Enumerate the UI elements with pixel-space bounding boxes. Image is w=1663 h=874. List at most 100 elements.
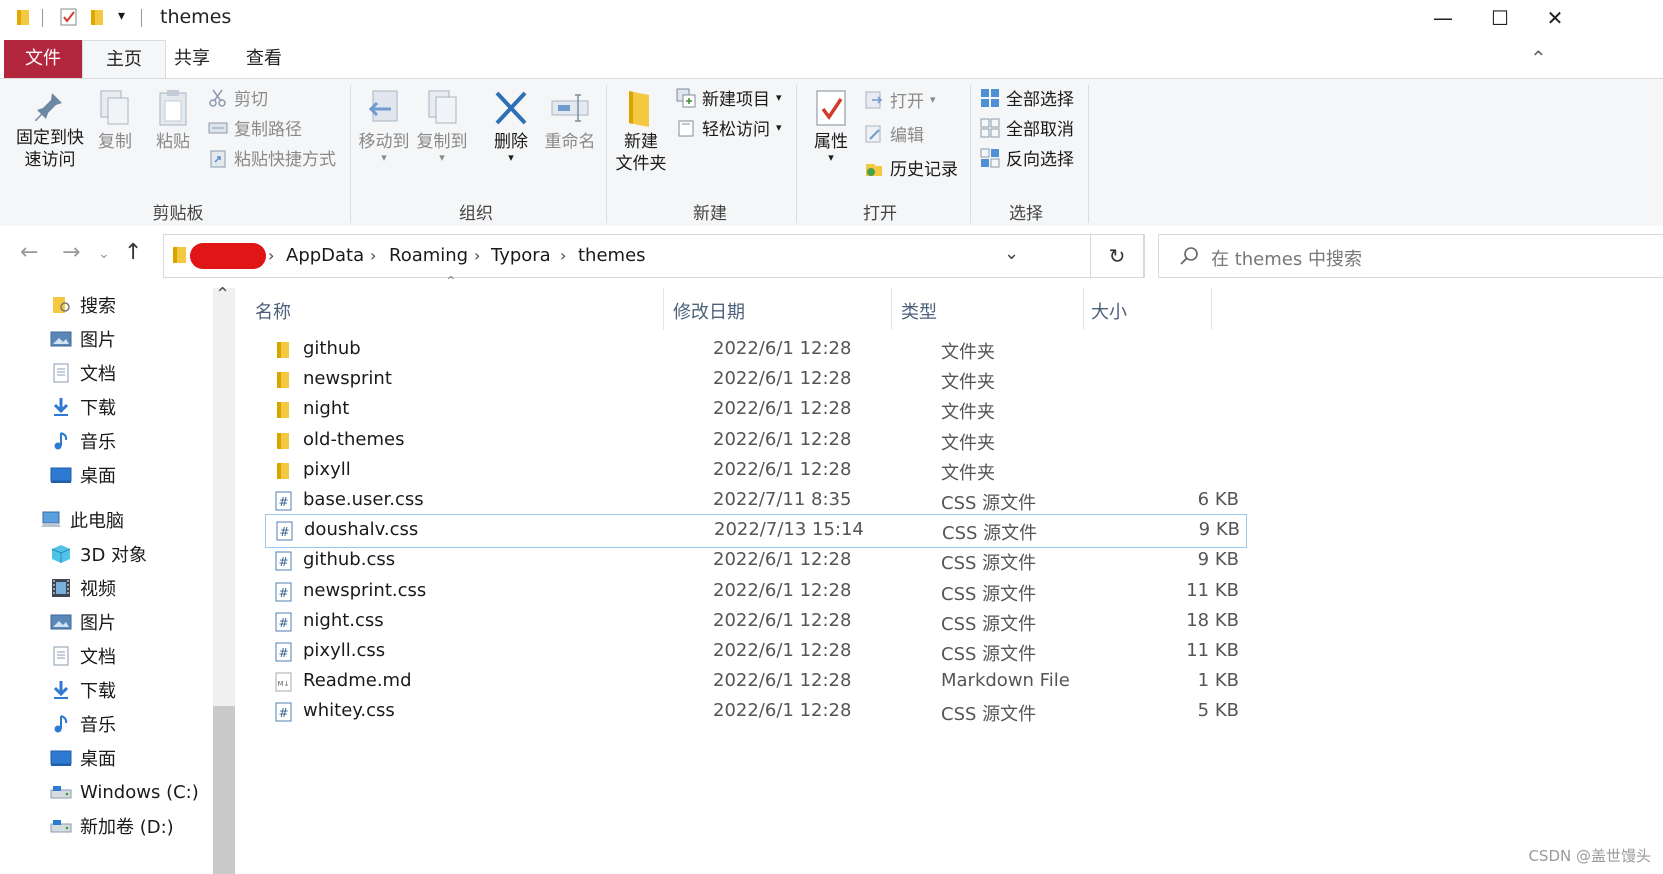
pin-quick-access-button[interactable]: 固定到快 速访问 (12, 87, 88, 171)
table-row[interactable]: # night.css 2022/6/1 12:28 CSS 源文件 18 KB (265, 606, 1245, 638)
sidebar-item[interactable]: 图片 (50, 324, 116, 354)
file-list: ⌃ 名称 修改日期 类型 大小 github 2022/6/1 12:28 文件夹 n… (245, 274, 1663, 874)
minimize-button[interactable]: — (1418, 0, 1468, 36)
table-row[interactable]: # pixyll.css 2022/6/1 12:28 CSS 源文件 11 KB (265, 636, 1245, 668)
copy-path-button[interactable]: 复制路径 (208, 115, 302, 140)
history-button[interactable]: 历史记录 (864, 155, 958, 180)
file-size: 11 KB (1186, 640, 1239, 661)
sidebar-scrollbar-thumb[interactable] (213, 706, 235, 874)
table-row[interactable]: M↓ Readme.md 2022/6/1 12:28 Markdown File 1 … (265, 666, 1245, 698)
sidebar-item[interactable]: 音乐 (50, 709, 116, 739)
column-header-type[interactable]: 类型 (901, 298, 937, 324)
table-row[interactable]: # doushalv.css 2022/7/13 15:14 CSS 源文件 9 KB (265, 514, 1247, 549)
column-divider[interactable] (1083, 288, 1084, 330)
cut-button[interactable]: 剪切 (208, 85, 268, 110)
edit-button[interactable]: 编辑 (864, 121, 924, 146)
open-button[interactable]: 打开 ▾ (864, 87, 936, 112)
rename-button[interactable]: 重命名 (540, 87, 600, 153)
folder-icon[interactable] (16, 8, 32, 26)
svg-text:#: # (278, 646, 288, 660)
table-row[interactable]: # github.css 2022/6/1 12:28 CSS 源文件 9 KB (265, 545, 1245, 577)
sidebar-item[interactable]: 下载 (50, 392, 116, 422)
new-folder-button[interactable]: 新建 文件夹 (612, 87, 670, 175)
tab-view[interactable]: 查看 (236, 40, 292, 78)
maximize-button[interactable]: ☐ (1475, 0, 1525, 36)
svg-text:#: # (278, 495, 288, 509)
properties-icon[interactable] (60, 8, 78, 26)
table-row[interactable]: github 2022/6/1 12:28 文件夹 (265, 334, 1245, 366)
breadcrumb-typora[interactable]: Typora (491, 245, 551, 266)
copy-button[interactable]: 复制 (92, 87, 138, 153)
column-divider[interactable] (891, 288, 892, 330)
select-none-button[interactable]: 全部取消 (980, 115, 1074, 140)
table-row[interactable]: # whitey.css 2022/6/1 12:28 CSS 源文件 5 KB (265, 696, 1245, 728)
collapse-ribbon-button[interactable]: ⌃ (1530, 46, 1547, 70)
forward-button[interactable]: → (62, 240, 80, 265)
sidebar-item[interactable]: 文档 (50, 641, 116, 671)
search-box[interactable]: 在 themes 中搜索 (1158, 234, 1663, 278)
up-button[interactable]: ↑ (124, 240, 142, 265)
file-type: CSS 源文件 (941, 553, 1037, 575)
paste-shortcut-button[interactable]: 粘贴快捷方式 (208, 145, 336, 170)
breadcrumb-roaming[interactable]: Roaming (389, 245, 468, 266)
breadcrumb-appdata[interactable]: AppData (286, 245, 364, 266)
sidebar-item[interactable]: 桌面 (50, 743, 116, 773)
3d-objects-icon (50, 544, 72, 564)
column-header-size[interactable]: 大小 (1091, 298, 1127, 324)
sidebar-item[interactable]: Windows (C:) (50, 777, 199, 807)
column-header-date[interactable]: 修改日期 (673, 298, 745, 324)
table-row[interactable]: # newsprint.css 2022/6/1 12:28 CSS 源文件 11 KB (265, 576, 1245, 608)
table-row[interactable]: pixyll 2022/6/1 12:28 文件夹 (265, 455, 1245, 487)
copy-to-button[interactable]: 复制到 ▾ (414, 87, 470, 163)
new-item-button[interactable]: 新建项目 ▾ (676, 85, 782, 110)
easy-access-button[interactable]: 轻松访问 ▾ (676, 115, 782, 140)
table-row[interactable]: night 2022/6/1 12:28 文件夹 (265, 394, 1245, 426)
music-icon (50, 431, 72, 451)
address-bar[interactable]: › AppData › Roaming › Typora › themes ⌄ (163, 234, 1145, 278)
column-divider[interactable] (663, 288, 664, 330)
column-divider[interactable] (1211, 288, 1212, 330)
sidebar-item-label: 新加卷 (D:) (80, 817, 174, 838)
sidebar-item[interactable]: 下载 (50, 675, 116, 705)
back-button[interactable]: ← (20, 240, 38, 265)
breadcrumb-themes[interactable]: themes (578, 245, 646, 266)
tab-share[interactable]: 共享 (164, 40, 220, 78)
sidebar-item[interactable]: 新加卷 (D:) (50, 811, 174, 841)
refresh-button[interactable]: ↻ (1090, 234, 1144, 278)
copy-label: 复制 (98, 132, 132, 152)
column-header-name[interactable]: 名称 (255, 298, 291, 324)
invert-selection-button[interactable]: 反向选择 (980, 145, 1074, 170)
address-history-dropdown-icon[interactable]: ⌄ (1004, 243, 1019, 264)
title-separator (141, 9, 142, 27)
sidebar-item[interactable]: 3D 对象 (50, 539, 147, 569)
sidebar-item[interactable]: 视频 (50, 573, 116, 603)
sidebar-item[interactable]: 文档 (50, 358, 116, 388)
scroll-up-icon[interactable]: ⌃ (215, 284, 230, 305)
sidebar-item[interactable]: 图片 (50, 607, 116, 637)
delete-button[interactable]: 删除 ▾ (488, 87, 534, 163)
sidebar-item[interactable]: 搜索 (50, 290, 116, 320)
table-row[interactable]: # base.user.css 2022/7/11 8:35 CSS 源文件 6 KB (265, 485, 1245, 517)
css-file-icon: # (275, 582, 293, 602)
tab-file[interactable]: 文件 (4, 40, 82, 78)
tab-home[interactable]: 主页 (82, 40, 166, 79)
sidebar-item[interactable]: 此电脑 (40, 505, 124, 535)
new-item-label: 新建项目 (702, 90, 770, 110)
table-row[interactable]: newsprint 2022/6/1 12:28 文件夹 (265, 364, 1245, 396)
new-folder-icon[interactable] (90, 8, 106, 26)
move-to-button[interactable]: 移动到 ▾ (356, 87, 412, 163)
sidebar-item[interactable]: 音乐 (50, 426, 116, 456)
css-file-icon: # (275, 702, 293, 722)
sidebar-item[interactable]: 桌面 (50, 460, 116, 490)
easy-access-label: 轻松访问 (702, 120, 770, 140)
title-bar: ▾ themes — ☐ ✕ (0, 0, 1663, 38)
copy-path-label: 复制路径 (234, 120, 302, 140)
select-all-button[interactable]: 全部选择 (980, 85, 1074, 110)
properties-button[interactable]: 属性 ▾ (806, 87, 856, 163)
qa-dropdown-icon[interactable]: ▾ (118, 8, 125, 24)
table-row[interactable]: old-themes 2022/6/1 12:28 文件夹 (265, 425, 1245, 457)
recent-locations-button[interactable]: ⌄ (98, 246, 110, 262)
close-button[interactable]: ✕ (1530, 0, 1580, 36)
copy-to-label: 复制到 (416, 132, 468, 152)
paste-button[interactable]: 粘贴 (150, 87, 196, 153)
